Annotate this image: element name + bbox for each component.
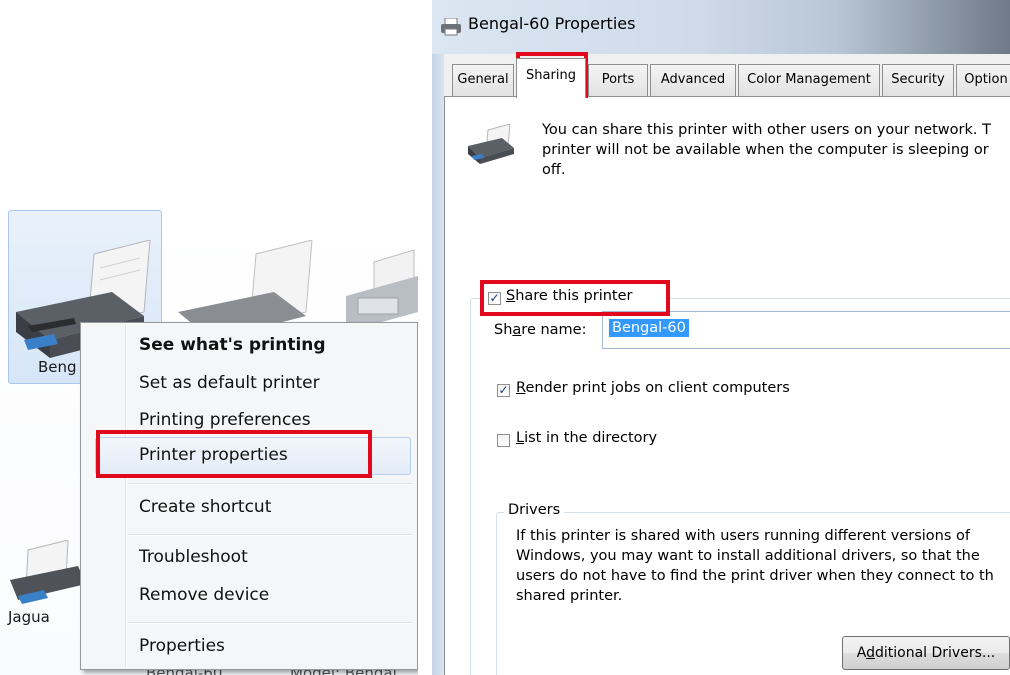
intro-line: off.	[542, 162, 566, 178]
menu-separator	[127, 622, 413, 624]
sharing-intro-text: You can share this printer with other us…	[542, 120, 991, 180]
button-label-part: ditional Drivers...	[874, 645, 996, 661]
drivers-description: If this printer is shared with users run…	[516, 526, 994, 606]
tab-color-management[interactable]: Color Management	[738, 64, 880, 96]
menu-item-troubleshoot[interactable]: Troubleshoot	[139, 547, 248, 567]
menu-item-see-whats-printing[interactable]: See what's printing	[139, 335, 326, 355]
share-name-input[interactable]: Bengal-60	[602, 311, 1010, 349]
device-label: Jagua	[8, 608, 50, 626]
button-mnemonic: d	[866, 645, 875, 661]
render-jobs-checkbox[interactable]: ✓	[497, 384, 510, 397]
title-bar[interactable]: Bengal-60 Properties	[432, 0, 1010, 54]
menu-separator	[127, 534, 413, 536]
drivers-line: Windows, you may want to install additio…	[516, 548, 980, 564]
render-jobs-label[interactable]: Render print jobs on client computers	[516, 380, 790, 396]
tab-general[interactable]: General	[452, 64, 514, 96]
menu-item-printing-preferences[interactable]: Printing preferences	[139, 410, 311, 430]
list-directory-label[interactable]: List in the directory	[516, 430, 657, 446]
menu-item-create-shortcut[interactable]: Create shortcut	[139, 497, 271, 517]
list-directory-checkbox[interactable]	[497, 434, 510, 447]
printer-title-icon	[441, 18, 461, 36]
menu-item-remove-device[interactable]: Remove device	[139, 585, 269, 605]
list-label-text: ist in the directory	[524, 430, 658, 446]
intro-line: printer will not be available when the c…	[542, 142, 989, 158]
tab-advanced[interactable]: Advanced	[650, 64, 736, 96]
menu-item-set-default[interactable]: Set as default printer	[139, 373, 320, 393]
drivers-line: If this printer is shared with users run…	[516, 528, 970, 544]
highlight-box-share-printer	[480, 280, 670, 316]
share-name-mnemonic: a	[512, 322, 522, 338]
tab-sharing[interactable]: Sharing	[516, 58, 586, 98]
share-name-value: Bengal-60	[609, 319, 689, 337]
list-mnemonic: L	[516, 430, 525, 446]
share-name-label-part: Sh	[494, 322, 513, 338]
devices-and-printers-panel: Beng Jagua Bengal-60 Model: Bengal See w…	[0, 0, 418, 675]
printer-icon	[10, 540, 86, 604]
window-frame	[432, 54, 444, 675]
device-label: Beng	[38, 358, 77, 376]
drivers-legend: Drivers	[504, 502, 565, 518]
printer-icon	[468, 124, 514, 164]
share-name-label: Share name:	[494, 322, 586, 338]
dialog-title: Bengal-60 Properties	[468, 14, 636, 33]
drivers-line: shared printer.	[516, 588, 623, 604]
menu-item-properties[interactable]: Properties	[139, 636, 225, 656]
printer-properties-dialog: Bengal-60 Properties General Sharing Por…	[432, 0, 1010, 675]
share-name-label-part: re name:	[521, 322, 587, 338]
tab-options[interactable]: Option	[956, 64, 1010, 96]
render-label-text: ender print jobs on client computers	[525, 380, 790, 396]
additional-drivers-button[interactable]: Additional Drivers...	[842, 636, 1010, 670]
button-label-part: A	[856, 645, 867, 661]
tab-ports[interactable]: Ports	[588, 64, 648, 96]
menu-separator	[127, 483, 413, 485]
highlight-box-printer-properties	[96, 430, 372, 478]
tab-security[interactable]: Security	[882, 64, 954, 96]
intro-line: You can share this printer with other us…	[542, 122, 991, 138]
drivers-line: users do not have to find the print driv…	[516, 568, 994, 584]
context-menu: See what's printing Set as default print…	[80, 322, 418, 670]
